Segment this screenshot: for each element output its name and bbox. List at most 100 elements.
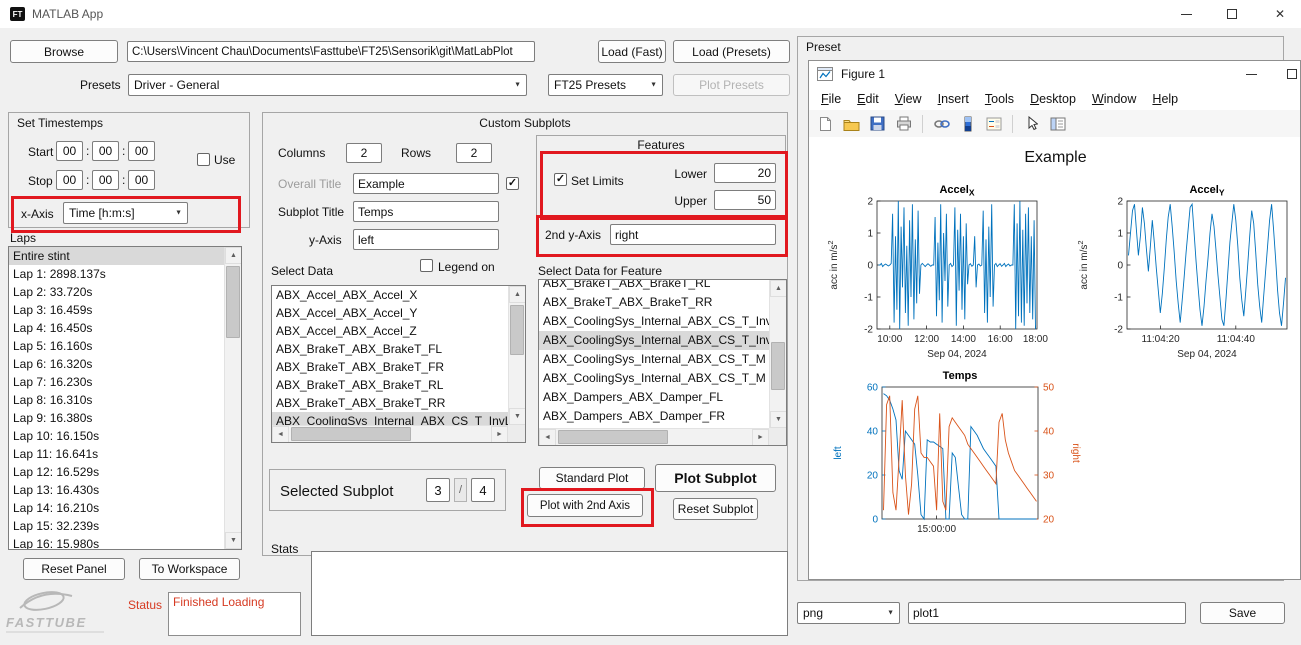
feature-channel-item[interactable]: ABX_BrakeT_ABX_BrakeT_RR (539, 293, 769, 312)
lap-item[interactable]: Lap 10: 16.150s (9, 427, 224, 445)
menu-tools[interactable]: Tools (977, 92, 1022, 106)
stop-hour-field[interactable] (56, 170, 83, 190)
lower-field[interactable] (714, 163, 776, 183)
stop-minute-field[interactable] (92, 170, 119, 190)
new-figure-icon[interactable] (815, 113, 836, 134)
lap-item[interactable]: Lap 13: 16.430s (9, 481, 224, 499)
save-button[interactable]: Save (1200, 602, 1285, 624)
xaxis-dropdown[interactable]: Time [h:m:s] ▼ (63, 202, 188, 224)
lap-item[interactable]: Lap 8: 16.310s (9, 391, 224, 409)
channel-item[interactable]: ABX_BrakeT_ABX_BrakeT_RR (272, 394, 508, 412)
feature-listbox[interactable]: ABX_BrakeT_ABX_BrakeT_RLABX_BrakeT_ABX_B… (538, 279, 787, 446)
insert-colorbar-icon[interactable] (957, 113, 978, 134)
channel-item[interactable]: ABX_Accel_ABX_Accel_Y (272, 304, 508, 322)
lap-item[interactable]: Lap 1: 2898.137s (9, 265, 224, 283)
feature-channel-item[interactable]: ABX_Dampers_ABX_Damper_FR (539, 407, 769, 426)
laps-listbox[interactable]: Entire stintLap 1: 2898.137sLap 2: 33.72… (8, 246, 242, 550)
overall-title-checkbox[interactable] (506, 177, 519, 190)
lap-item[interactable]: Lap 6: 16.320s (9, 355, 224, 373)
lap-item[interactable]: Lap 4: 16.450s (9, 319, 224, 337)
stats-textarea[interactable] (311, 551, 788, 636)
property-inspector-icon[interactable] (1047, 113, 1068, 134)
reset-subplot-button[interactable]: Reset Subplot (673, 498, 758, 520)
scroll-down-icon[interactable]: ▼ (225, 532, 242, 549)
subplot-title-field[interactable] (353, 201, 499, 222)
lap-item[interactable]: Lap 5: 16.160s (9, 337, 224, 355)
data-scrollbar-vertical[interactable]: ▲ ▼ (508, 286, 525, 425)
print-figure-icon[interactable] (893, 113, 914, 134)
start-hour-field[interactable] (56, 141, 83, 161)
stop-second-field[interactable] (128, 170, 155, 190)
channel-item[interactable]: ABX_CoolingSys_Internal_ABX_CS_T_InvL (272, 412, 508, 425)
standard-plot-button[interactable]: Standard Plot (539, 467, 645, 489)
scroll-right-icon[interactable]: ► (752, 429, 769, 446)
scrollbar-thumb[interactable] (226, 266, 240, 338)
channel-item[interactable]: ABX_Accel_ABX_Accel_Z (272, 322, 508, 340)
edit-plot-icon[interactable] (1021, 113, 1042, 134)
filename-input[interactable] (908, 602, 1186, 624)
feature-channel-item[interactable]: ABX_CoolingSys_Internal_ABX_CS_T_Inv (539, 331, 769, 350)
menu-window[interactable]: Window (1084, 92, 1144, 106)
scrollbar-thumb[interactable] (510, 305, 524, 355)
lap-item[interactable]: Lap 9: 16.380s (9, 409, 224, 427)
lap-item[interactable]: Lap 2: 33.720s (9, 283, 224, 301)
subplot-count-field[interactable] (471, 478, 495, 502)
menu-edit[interactable]: Edit (849, 92, 887, 106)
lap-item[interactable]: Lap 3: 16.459s (9, 301, 224, 319)
plot-presets-button[interactable]: Plot Presets (673, 74, 790, 96)
start-second-field[interactable] (128, 141, 155, 161)
scroll-up-icon[interactable]: ▲ (225, 247, 242, 264)
laps-scrollbar[interactable]: ▲ ▼ (224, 247, 241, 549)
lap-item[interactable]: Lap 14: 16.210s (9, 499, 224, 517)
feature-scrollbar-horizontal[interactable]: ◄ ► (539, 428, 769, 445)
feature-channel-item[interactable]: ABX_CoolingSys_Internal_ABX_CS_T_M (539, 369, 769, 388)
scroll-left-icon[interactable]: ◄ (272, 426, 289, 443)
channel-item[interactable]: ABX_BrakeT_ABX_BrakeT_FL (272, 340, 508, 358)
scroll-down-icon[interactable]: ▼ (770, 411, 787, 428)
close-button[interactable]: ✕ (1262, 0, 1298, 28)
scroll-down-icon[interactable]: ▼ (509, 408, 526, 425)
use-checkbox[interactable] (197, 153, 210, 166)
scroll-left-icon[interactable]: ◄ (539, 429, 556, 446)
ft25-presets-dropdown[interactable]: FT25 Presets ▼ (548, 74, 663, 96)
reset-panel-button[interactable]: Reset Panel (23, 558, 125, 580)
lap-item[interactable]: Lap 11: 16.641s (9, 445, 224, 463)
load-fast-button[interactable]: Load (Fast) (598, 40, 666, 63)
lap-item[interactable]: Lap 16: 15.980s (9, 535, 224, 549)
columns-field[interactable] (346, 143, 382, 163)
path-input[interactable] (127, 41, 535, 62)
plot-subplot-button[interactable]: Plot Subplot (655, 464, 776, 492)
plot-with-2nd-axis-button[interactable]: Plot with 2nd Axis (527, 494, 643, 517)
figure-minimize-button[interactable] (1234, 61, 1268, 87)
channel-item[interactable]: ABX_BrakeT_ABX_BrakeT_RL (272, 376, 508, 394)
data-scrollbar-horizontal[interactable]: ◄ ► (272, 425, 508, 442)
selected-subplot-field[interactable] (426, 478, 450, 502)
preset-dropdown[interactable]: Driver - General ▼ (128, 74, 527, 96)
browse-button[interactable]: Browse (10, 40, 118, 63)
legend-checkbox[interactable] (420, 259, 433, 272)
lap-item[interactable]: Entire stint (9, 247, 224, 265)
scroll-right-icon[interactable]: ► (491, 426, 508, 443)
set-limits-checkbox[interactable] (554, 173, 567, 186)
channel-item[interactable]: ABX_BrakeT_ABX_BrakeT_FR (272, 358, 508, 376)
feature-channel-item[interactable]: ABX_CoolingSys_Internal_ABX_CS_T_M (539, 350, 769, 369)
scroll-up-icon[interactable]: ▲ (770, 280, 787, 297)
scrollbar-thumb[interactable] (558, 430, 668, 444)
feature-scrollbar-vertical[interactable]: ▲ ▼ (769, 280, 786, 428)
menu-view[interactable]: View (887, 92, 930, 106)
insert-legend-icon[interactable] (983, 113, 1004, 134)
menu-file[interactable]: File (813, 92, 849, 106)
scroll-up-icon[interactable]: ▲ (509, 286, 526, 303)
select-data-listbox[interactable]: ABX_Accel_ABX_Accel_XABX_Accel_ABX_Accel… (271, 285, 526, 443)
to-workspace-button[interactable]: To Workspace (139, 558, 240, 580)
load-presets-button[interactable]: Load (Presets) (673, 40, 790, 63)
start-minute-field[interactable] (92, 141, 119, 161)
feature-channel-item[interactable]: ABX_Dampers_ABX_Damper_FL (539, 388, 769, 407)
feature-channel-item[interactable]: ABX_BrakeT_ABX_BrakeT_RL (539, 280, 769, 293)
scrollbar-thumb[interactable] (771, 342, 785, 390)
menu-desktop[interactable]: Desktop (1022, 92, 1084, 106)
save-figure-icon[interactable] (867, 113, 888, 134)
scrollbar-thumb[interactable] (291, 427, 411, 441)
overall-title-field[interactable] (353, 173, 499, 194)
minimize-button[interactable] (1168, 0, 1204, 28)
